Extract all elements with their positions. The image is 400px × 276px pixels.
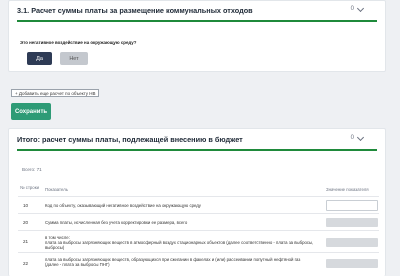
row-number: 20	[23, 220, 29, 225]
section-toggle-value: 0	[350, 135, 354, 141]
row-indicator: Сумма платы, исчисленная без учета корре…	[45, 220, 188, 225]
section-collapse-toggle[interactable]: 0	[350, 133, 365, 141]
row-indicator: Код по объекту, оказывающий негативное в…	[45, 203, 201, 208]
section-title: 3.1. Расчет суммы платы за размещение ко…	[17, 6, 253, 15]
row-number: 10	[23, 203, 29, 208]
section-collapse-toggle[interactable]: 0	[350, 4, 365, 12]
column-header-indicator: Показатель	[45, 187, 68, 192]
table-row: 21 в том числе: плата за выбросы загрязн…	[18, 231, 379, 253]
total-count: Всего: 71	[22, 167, 42, 172]
column-header-row-number: № строки	[20, 185, 39, 190]
value-input[interactable]	[326, 200, 378, 211]
section-title: Итого: расчет суммы платы, подлежащей вн…	[17, 135, 243, 144]
row-number: 21	[23, 239, 29, 244]
table-row: 10 Код по объекту, оказывающий негативно…	[18, 197, 379, 214]
chevron-down-icon	[356, 4, 365, 12]
section-header[interactable]: Итого: расчет суммы платы, подлежащей вн…	[9, 129, 385, 150]
row-indicator: в том числе: плата за выбросы загрязняющ…	[45, 235, 314, 250]
table-row: 22 плата за выбросы загрязняющих веществ…	[18, 253, 379, 276]
column-header-value: Значение показателя	[326, 187, 369, 192]
row-number: 22	[23, 261, 29, 266]
table-row: 20 Сумма платы, исчисленная без учета ко…	[18, 214, 379, 231]
section-header[interactable]: 3.1. Расчет суммы платы за размещение ко…	[9, 1, 385, 22]
value-readonly	[326, 238, 378, 247]
negative-impact-question: Это негативное воздействие на окружающую…	[20, 40, 137, 45]
section-toggle-value: 0	[350, 6, 354, 12]
value-readonly	[326, 259, 378, 268]
add-calculation-link[interactable]: + Добавить еще расчет по объекту НВ	[11, 89, 100, 97]
no-button[interactable]: Нет	[60, 52, 88, 65]
section-accent-bar	[17, 149, 377, 151]
chevron-down-icon	[356, 133, 365, 141]
row-indicator: плата за выбросы загрязняющих веществ, о…	[45, 257, 301, 267]
yes-button[interactable]: Да	[27, 52, 52, 65]
section-accent-bar	[17, 20, 377, 22]
value-readonly	[326, 218, 378, 227]
save-button[interactable]: Сохранить	[11, 103, 51, 120]
